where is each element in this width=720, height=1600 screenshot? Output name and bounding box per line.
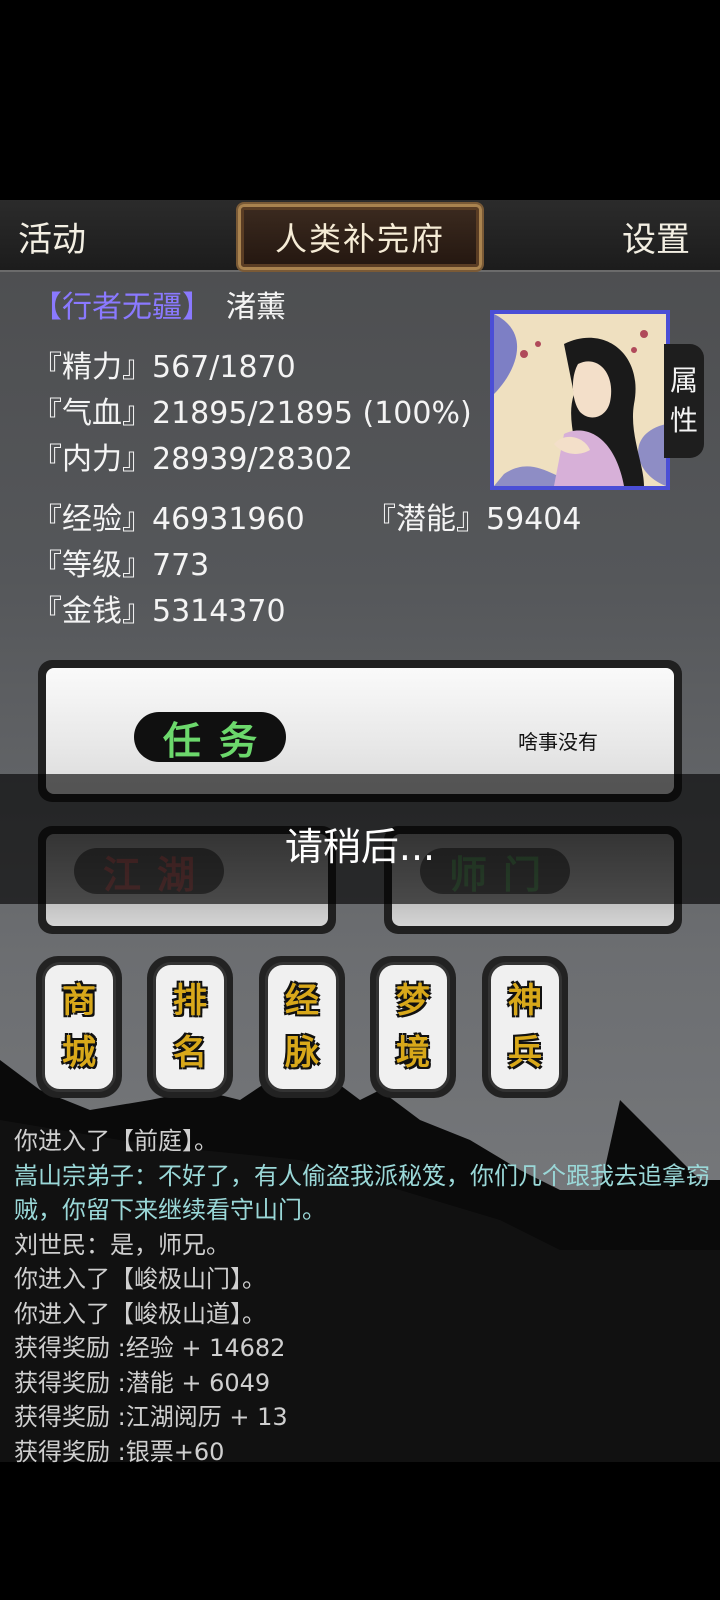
log-line: 你进入了【峻极山门】。 <box>14 1265 266 1293</box>
menu-dream-inner: 梦 境 <box>376 962 450 1092</box>
menu-weapon-inner: 神 兵 <box>488 962 562 1092</box>
top-bar: 活动 人类补完府 设置 <box>0 200 720 272</box>
log-line: 获得奖励 :潜能 + 6049 <box>14 1368 271 1397</box>
stat-level: 『等级』773 <box>32 548 210 583</box>
menu-ranking-inner: 排 名 <box>153 962 227 1092</box>
character-name: 渚薰 <box>226 290 286 325</box>
stat-experience: 『经验』46931960 <box>32 502 305 537</box>
menu-meridian-char-2: 脉 <box>285 1033 319 1073</box>
character-title: 【行者无疆】 <box>32 290 212 325</box>
menu-dream-char-1: 梦 <box>396 981 430 1021</box>
menu-ranking-button[interactable]: 排 名 <box>147 956 233 1098</box>
activity-button[interactable]: 活动 <box>18 212 86 261</box>
log-line: 你进入了【峻极山道】。 <box>14 1299 266 1328</box>
location-plaque: 人类补完府 <box>238 204 482 270</box>
attributes-tab-char-1: 属 <box>669 364 698 397</box>
stat-money: 『金钱』5314370 <box>32 594 286 629</box>
menu-weapon-char-2: 兵 <box>508 1033 542 1073</box>
attributes-tab[interactable]: 属 性 <box>664 344 704 458</box>
stat-health: 『气血』21895/21895 (100%) <box>32 396 472 431</box>
menu-mall-inner: 商 城 <box>42 962 116 1092</box>
location-title: 人类补完府 <box>274 220 445 258</box>
menu-weapon-button[interactable]: 神 兵 <box>482 956 568 1098</box>
log-line: 获得奖励 :经验 + 14682 <box>14 1334 286 1362</box>
menu-mall-button[interactable]: 商 城 <box>36 956 122 1098</box>
message-log: 你进入了【前庭】。 嵩山宗弟子：不好了，有人偷盗我派秘笈，你们几个跟我去追拿窃贼… <box>14 1124 714 1469</box>
menu-mall-char-2: 城 <box>62 1033 96 1073</box>
attributes-tab-char-2: 性 <box>669 404 698 437</box>
log-line: 刘世民：是，师兄。 <box>14 1230 230 1259</box>
log-line: 获得奖励 :银票+60 <box>14 1437 225 1466</box>
task-status: 啥事没有 <box>518 730 598 754</box>
log-line: 嵩山宗弟子：不好了，有人偷盗我派秘笈，你们几个跟我去追拿窃贼，你留下来继续看守山… <box>14 1161 710 1225</box>
menu-mall-char-1: 商 <box>62 981 96 1021</box>
menu-meridian-inner: 经 脉 <box>265 962 339 1092</box>
stat-inner-power: 『内力』28939/28302 <box>32 442 353 477</box>
stat-potential: 『潜能』59404 <box>366 502 582 537</box>
menu-ranking-char-2: 名 <box>173 1033 207 1073</box>
menu-weapon-char-1: 神 <box>508 981 542 1021</box>
portrait-image <box>494 314 666 486</box>
menu-dream-button[interactable]: 梦 境 <box>370 956 456 1098</box>
menu-meridian-char-1: 经 <box>285 981 319 1021</box>
menu-meridian-button[interactable]: 经 脉 <box>259 956 345 1098</box>
task-button[interactable]: 任务 <box>134 712 286 763</box>
menu-dream-char-2: 境 <box>396 1033 430 1073</box>
character-portrait[interactable] <box>490 310 670 490</box>
log-line: 获得奖励 :江湖阅历 + 13 <box>14 1403 288 1431</box>
log-line: 你进入了【前庭】。 <box>14 1127 218 1155</box>
settings-button[interactable]: 设置 <box>622 212 690 261</box>
menu-ranking-char-1: 排 <box>173 981 207 1021</box>
stat-stamina: 『精力』567/1870 <box>32 350 296 385</box>
loading-message: 请稍后... <box>284 825 436 869</box>
